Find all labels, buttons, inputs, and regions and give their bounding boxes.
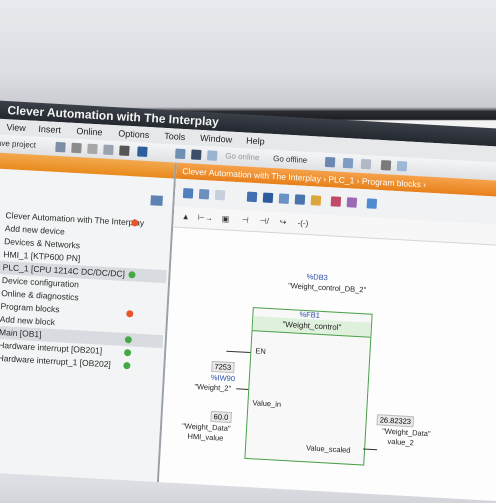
en-wire xyxy=(226,350,251,354)
compile-icon[interactable] xyxy=(137,146,148,157)
monitoring-icon[interactable] xyxy=(366,198,378,209)
split-editor-icon[interactable] xyxy=(396,160,408,172)
input-tag[interactable]: "Weight_2" xyxy=(194,382,231,393)
input-address: %IW90 xyxy=(210,372,236,384)
start-cpu-icon[interactable] xyxy=(342,157,354,169)
open-all-icon[interactable] xyxy=(214,189,226,201)
ok-icon xyxy=(123,348,132,357)
favorites-icon[interactable] xyxy=(278,193,290,204)
fb-en-pin: EN xyxy=(255,346,267,356)
menu-options[interactable]: Options xyxy=(118,125,150,143)
menu-insert[interactable]: Insert xyxy=(38,121,61,138)
ladder-contact-icon[interactable]: ⊣ xyxy=(241,210,249,230)
paste-icon[interactable] xyxy=(103,144,114,156)
ladder-box-icon[interactable]: ▣ xyxy=(221,209,230,229)
simulate-icon[interactable] xyxy=(206,150,218,161)
output-wire xyxy=(363,448,378,451)
program-editor: Clever Automation with The Interplay › P… xyxy=(158,162,496,503)
fb-output-pin: Value_scaled xyxy=(305,443,351,455)
ladder-coil-icon[interactable]: -(-) xyxy=(297,213,309,234)
menu-window[interactable]: Window xyxy=(200,130,233,148)
instance-db-address: %DB3 xyxy=(306,272,329,283)
call-hierarchy-icon[interactable] xyxy=(330,196,342,207)
function-block[interactable]: %FB1 "Weight_control" EN Value_in Value_… xyxy=(244,307,373,466)
watch-icon[interactable] xyxy=(346,197,358,208)
tia-portal-window: Clever Automation with The Interplay Vie… xyxy=(0,100,496,503)
fb-input-pin: Value_in xyxy=(252,398,282,409)
go-online-button[interactable]: Go online xyxy=(225,147,260,167)
insert-network-icon[interactable] xyxy=(182,188,194,199)
tree-item-label: Program blocks xyxy=(0,301,60,315)
monitor-icon[interactable] xyxy=(310,195,322,206)
ladder-open-branch-icon[interactable]: ↪ xyxy=(279,212,287,232)
menu-online[interactable]: Online xyxy=(76,123,103,140)
symbolic-address-icon[interactable] xyxy=(262,192,274,204)
tree-toolbar-icon[interactable] xyxy=(150,195,163,206)
upload-icon[interactable] xyxy=(190,149,202,160)
project-tree-panel: ◀ Clever Automation with The Interplay A… xyxy=(0,151,177,483)
instance-db-name[interactable]: "Weight_control_DB_2" xyxy=(288,281,367,294)
absolute-address-icon[interactable] xyxy=(246,191,258,203)
menu-tools[interactable]: Tools xyxy=(164,128,186,145)
warning-icon xyxy=(126,310,134,318)
cut-icon[interactable] xyxy=(71,142,82,154)
output-tag-member: value_2 xyxy=(387,436,415,448)
copy-icon[interactable] xyxy=(87,143,98,155)
cross-reference-icon[interactable] xyxy=(380,160,392,171)
ladder-nc-contact-icon[interactable]: ⊣/ xyxy=(259,211,269,231)
comment-icon[interactable] xyxy=(294,194,306,205)
input2-monitor-value: 60.0 xyxy=(210,410,232,424)
project-tree: Clever Automation with The Interplay Add… xyxy=(0,208,170,374)
ladder-network-icon[interactable]: ▲ xyxy=(181,207,190,227)
stop-cpu-icon[interactable] xyxy=(360,158,372,170)
download-icon[interactable] xyxy=(175,148,186,160)
print-icon[interactable] xyxy=(55,141,66,153)
ok-check-icon xyxy=(128,271,136,279)
ladder-branch-icon[interactable]: ⊢→ xyxy=(197,208,213,229)
output-monitor-value: 26.82323 xyxy=(376,414,415,428)
menu-help[interactable]: Help xyxy=(246,132,265,149)
fb-address: %FB1 xyxy=(299,309,321,320)
delete-icon[interactable] xyxy=(119,145,130,156)
input-monitor-value: 7253 xyxy=(211,360,235,374)
tree-item-label: Add new device xyxy=(4,223,66,237)
ok-icon xyxy=(124,336,133,344)
delete-network-icon[interactable] xyxy=(198,188,210,200)
menu-view[interactable]: View xyxy=(6,119,26,136)
input2-tag-member: HMI_value xyxy=(187,431,224,443)
save-project-button[interactable]: Save project xyxy=(0,134,36,154)
ok-icon xyxy=(123,361,131,370)
accessible-devices-icon[interactable] xyxy=(324,156,336,168)
go-offline-button[interactable]: Go offline xyxy=(273,150,308,170)
input-wire xyxy=(236,388,249,390)
tree-item-label: Main [OB1] xyxy=(0,326,42,340)
tree-item-label: Add new block xyxy=(0,314,56,328)
